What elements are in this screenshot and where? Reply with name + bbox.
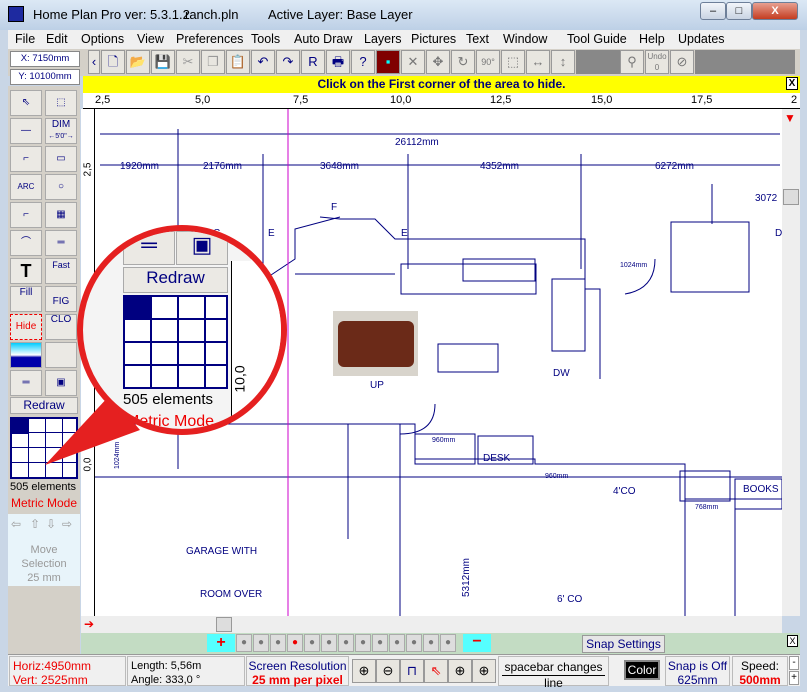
zoom-fit-icon[interactable]: ⊓ [400, 659, 424, 683]
magnified-ruler: 10,0 [231, 261, 251, 429]
vert-value: Vert: 2525mm [13, 673, 88, 687]
speed-control: Speed: 500mm [732, 656, 788, 687]
status-bar: Horiz:4950mm Vert: 2525mm Length: 5,56m An… [8, 654, 800, 690]
length-value: Length: 5,56m [131, 660, 202, 672]
magnified-elements: 505 elements [123, 391, 214, 408]
zoom-in-icon[interactable]: ⊕ [352, 659, 376, 683]
snap-level-dot[interactable]: ● [321, 634, 337, 652]
resolution-title: Screen Resolution [248, 659, 347, 673]
spacebar-hint: spacebar changes line [498, 656, 609, 690]
magnified-ruler-label: 10,0 [231, 365, 248, 393]
magnifier-callout: ═ ▣ Redraw 505 elements Metric Mode 10,0 [77, 225, 287, 435]
snap-plus-button[interactable]: + [207, 634, 235, 652]
horiz-value: Horiz:4950mm [13, 659, 92, 673]
snap-level-dots: ● ● ● ● ● ● ● ● ● ● ● ● ● [236, 634, 457, 652]
snap-level-dot[interactable]: ● [304, 634, 320, 652]
zoom-out-icon[interactable]: ⊖ [376, 659, 400, 683]
zoom-area-icon[interactable]: ⇖ [424, 659, 448, 683]
length-readout: Length: 5,56m Angle: 333,0 ° [127, 656, 245, 686]
snap-level-dot[interactable]: ● [423, 634, 439, 652]
snapbar-close-button[interactable]: X [787, 635, 798, 647]
snap-level-dot[interactable]: ● [236, 634, 252, 652]
color-button[interactable]: Color [624, 660, 660, 680]
snap-text: Snap is Off [667, 659, 728, 673]
snap-bar: + ● ● ● ● ● ● ● ● ● ● ● ● ● − Snap Settings X [81, 633, 800, 654]
speed-plus-button[interactable]: + [789, 671, 799, 685]
resolution-value: 25 mm per pixel [252, 673, 343, 687]
speed-value: 500mm [739, 673, 781, 687]
magnified-mode: Metric Mode [126, 413, 215, 430]
spacebar-text: spacebar changes [504, 660, 603, 674]
magnified-rect-tool: ▣ [176, 231, 228, 265]
snap-level-dot[interactable]: ● [253, 634, 269, 652]
speed-label: Speed: [740, 659, 780, 673]
spacebar-text2: line [502, 675, 605, 690]
resolution-readout: Screen Resolution 25 mm per pixel [246, 656, 349, 687]
snap-level-dot[interactable]: ● [338, 634, 354, 652]
snap-level-dot[interactable]: ● [389, 634, 405, 652]
speed-minus-button[interactable]: - [789, 656, 799, 670]
snap-level-dot[interactable]: ● [287, 634, 303, 652]
zoom-window-icon[interactable]: ⊕ [448, 659, 472, 683]
snap-value: 625mm [677, 673, 718, 687]
zoom-previous-icon[interactable]: ⊕ [472, 659, 496, 683]
snap-status: Snap is Off 625mm [665, 656, 730, 687]
snap-level-dot[interactable]: ● [355, 634, 371, 652]
angle-value: Angle: 333,0 ° [131, 674, 201, 686]
magnified-redraw: Redraw [123, 267, 228, 293]
snap-level-dot[interactable]: ● [270, 634, 286, 652]
snap-level-dot[interactable]: ● [440, 634, 456, 652]
snap-level-dot[interactable]: ● [372, 634, 388, 652]
magnified-double-line-tool: ═ [123, 231, 175, 265]
snap-minus-button[interactable]: − [463, 634, 491, 652]
position-readout: Horiz:4950mm Vert: 2525mm [9, 656, 126, 687]
snap-level-dot[interactable]: ● [406, 634, 422, 652]
magnified-layer-grid [123, 295, 228, 389]
snap-settings-button[interactable]: Snap Settings [582, 635, 665, 653]
